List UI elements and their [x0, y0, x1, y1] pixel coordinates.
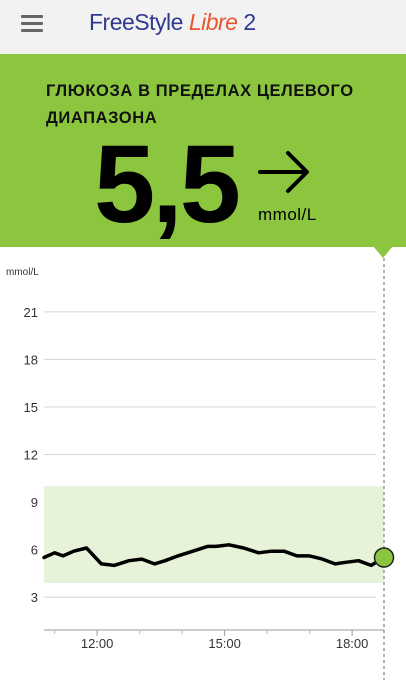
glucose-chart: mmol/L 3 6 9 12 15 18 21 12:00 15:00 18:00 — [6, 258, 395, 680]
x-tick-label-15: 15:00 — [208, 636, 241, 651]
logo-2: 2 — [237, 9, 256, 35]
arrow-right-icon — [258, 151, 309, 193]
current-reading-point — [373, 547, 395, 568]
app-header: FreeStyle Libre 2 — [0, 0, 406, 54]
target-range-band — [44, 486, 384, 583]
y-axis-label: mmol/L — [6, 267, 39, 278]
app-logo: FreeStyle Libre 2 — [89, 7, 256, 37]
logo-libre: Libre — [188, 9, 238, 35]
y-tick-label-18: 18 — [24, 352, 38, 367]
hamburger-menu-icon[interactable] — [21, 14, 43, 32]
glucose-unit: mmol/L — [258, 205, 317, 224]
y-tick-label-21: 21 — [24, 305, 38, 320]
logo-freestyle: FreeStyle — [89, 9, 189, 35]
glucose-panel: ГЛЮКОЗА В ПРЕДЕЛАХ ЦЕЛЕВОГО ДИАПАЗОНА 5,… — [0, 54, 406, 247]
x-tick-label-12: 12:00 — [81, 636, 114, 651]
y-tick-label-12: 12 — [24, 448, 38, 463]
glucose-reading-value: 5,5 — [94, 123, 241, 246]
y-tick-label-9: 9 — [31, 495, 38, 510]
y-tick-label-15: 15 — [24, 400, 38, 415]
y-tick-label-6: 6 — [31, 543, 38, 558]
panel-pointer — [373, 246, 393, 258]
x-tick-label-18: 18:00 — [336, 636, 369, 651]
y-tick-label-3: 3 — [31, 590, 38, 605]
